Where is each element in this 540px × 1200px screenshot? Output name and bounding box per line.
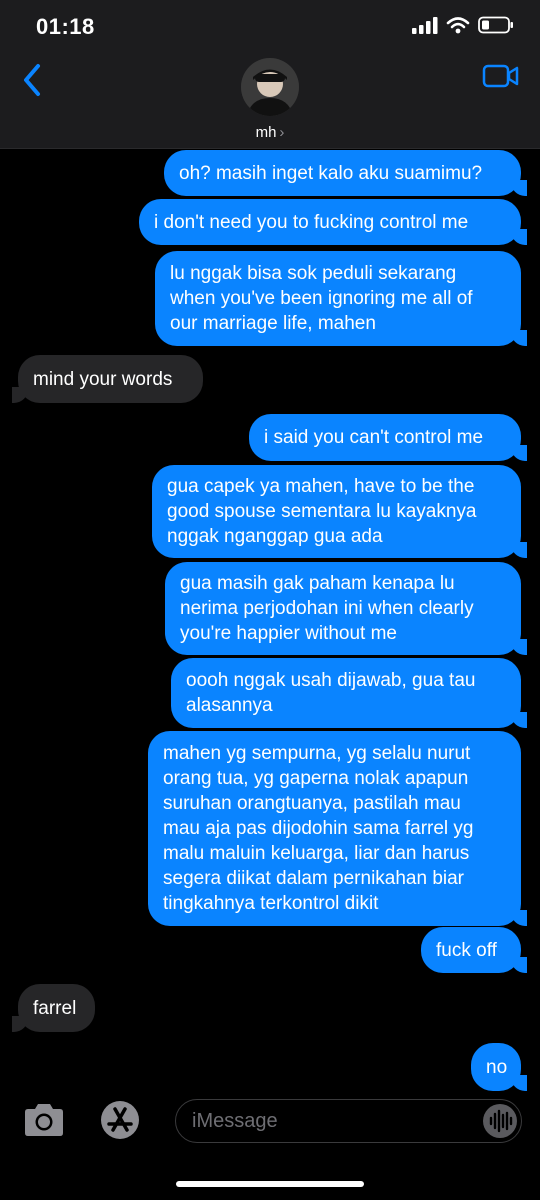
status-bar: 01:18 — [0, 0, 540, 56]
cellular-signal-icon — [412, 17, 438, 34]
message-line: mau aja pas dijodohin sama farrel yg — [163, 818, 474, 839]
message-bubble-sent[interactable]: oooh nggak usah dijawab, gua tau alasann… — [171, 658, 527, 728]
message-line: i said you can't control me — [264, 427, 484, 448]
message-line: mind your words — [33, 368, 173, 390]
message-line: when you've been ignoring me all of — [170, 288, 473, 309]
imessage-input[interactable]: iMessage — [175, 1099, 522, 1143]
message-bubble-sent[interactable]: i said you can't control me — [249, 414, 527, 461]
message-line: tingkahnya terkontrol dikit — [163, 893, 379, 914]
contact-name: mh — [255, 124, 277, 141]
message-line: lu nggak bisa sok peduli sekarang — [170, 263, 457, 284]
message-line: nggak nganggap gua ada — [167, 526, 383, 547]
chevron-right-icon: › — [279, 124, 285, 141]
message-line: nerima perjodohan ini when clearly — [180, 598, 474, 619]
camera-icon[interactable] — [22, 1102, 66, 1138]
status-icons — [412, 16, 514, 34]
status-time: 01:18 — [36, 14, 95, 39]
message-bubble-sent[interactable]: fuck off — [421, 927, 527, 973]
message-bubble-sent[interactable]: gua capek ya mahen, have to be the good … — [152, 465, 527, 558]
message-line: alasannya — [186, 695, 273, 716]
imessage-placeholder: iMessage — [192, 1110, 278, 1132]
message-bubble-sent[interactable]: no — [471, 1043, 527, 1091]
message-line: no — [486, 1056, 508, 1078]
message-line: i don't need you to fucking control me — [154, 211, 469, 233]
message-line: oooh nggak usah dijawab, gua tau — [186, 670, 476, 691]
message-bubble-sent[interactable]: i don't need you to fucking control me — [139, 199, 527, 245]
message-line: farrel — [33, 997, 77, 1019]
message-line: oh? masih inget kalo aku suamimu? — [179, 162, 483, 184]
message-line: gua masih gak paham kenapa lu — [180, 573, 455, 594]
message-bubble-received[interactable]: mind your words — [12, 355, 203, 403]
video-call-icon[interactable] — [482, 62, 520, 90]
message-line: gua capek ya mahen, have to be the — [167, 476, 475, 497]
contact-name-button[interactable]: mh › — [0, 124, 540, 141]
message-bubble-sent[interactable]: gua masih gak paham kenapa lu nerima per… — [165, 562, 527, 655]
message-bubble-sent[interactable]: lu nggak bisa sok peduli sekarang when y… — [155, 251, 527, 346]
message-line: mahen yg sempurna, yg selalu nurut — [163, 743, 471, 764]
app-store-icon[interactable] — [96, 1100, 144, 1140]
message-line: suruhan orangtuanya, pastilah mau — [163, 793, 461, 814]
message-bubble-sent[interactable]: mahen yg sempurna, yg selalu nurut orang… — [148, 731, 527, 926]
message-line: good spouse sementara lu kayaknya — [167, 501, 477, 522]
message-bubble-received[interactable]: farrel — [12, 984, 95, 1032]
message-line: malu maluin keluarga, liar dan harus — [163, 843, 470, 864]
home-indicator[interactable] — [176, 1181, 364, 1187]
message-line: fuck off — [436, 939, 497, 961]
battery-icon — [478, 16, 513, 34]
message-bubble-sent[interactable]: oh? masih inget kalo aku suamimu? — [164, 150, 527, 196]
back-chevron-icon[interactable] — [18, 60, 48, 100]
contact-avatar[interactable] — [241, 58, 299, 116]
message-line: you're happier without me — [180, 623, 397, 644]
audio-waveform-icon[interactable] — [483, 1104, 517, 1138]
message-line: segera diikat dalam pernikahan biar — [163, 868, 465, 889]
message-line: orang tua, yg gaperna nolak apapun — [163, 768, 469, 789]
wifi-icon — [446, 17, 470, 34]
message-line: our marriage life, mahen — [170, 313, 376, 334]
